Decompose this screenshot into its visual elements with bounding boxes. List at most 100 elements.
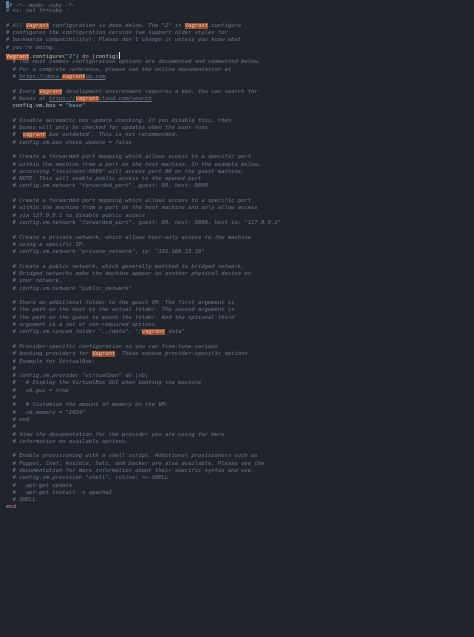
code-line[interactable]: # `vagrant box outdated`. This is not re… (6, 132, 474, 139)
code-line[interactable]: # your network. (6, 278, 474, 285)
code-line[interactable] (6, 446, 474, 453)
code-line[interactable] (6, 81, 474, 88)
code-line[interactable]: # View the documentation for the provide… (6, 432, 474, 439)
code-token: # apt-get install -y apache2 (6, 489, 112, 496)
code-line[interactable]: Vagrant.configure("2") do |config| (6, 52, 474, 61)
code-line[interactable]: # vb.memory = "1024" (6, 410, 474, 417)
code-line[interactable]: # apt-get update (6, 483, 474, 490)
code-line[interactable]: # Example for VirtualBox: (6, 359, 474, 366)
search-match: Vagrant (39, 88, 63, 95)
code-token: # (6, 424, 16, 431)
code-token: # boxes will only be checked for updates… (6, 125, 208, 132)
code-line[interactable]: # Create a private network, which allows… (6, 235, 474, 242)
code-line[interactable]: # Share an additional folder to the gues… (6, 300, 474, 307)
code-line[interactable]: # Create a forwarded port mapping which … (6, 198, 474, 205)
code-token: # vb.memory = "1024" (6, 409, 86, 416)
code-line[interactable]: # config.vm.provision "shell", inline: <… (6, 475, 474, 482)
code-line[interactable]: # information on available options. (6, 439, 474, 446)
code-line[interactable]: # https://docs.vagrantup.com. (6, 73, 474, 81)
code-line[interactable]: config.vm.box = "base" (6, 103, 474, 110)
code-line[interactable] (6, 256, 474, 263)
code-line[interactable]: # apt-get install -y apache2 (6, 490, 474, 497)
code-token: # accessing "localhost:8080" will access… (6, 168, 245, 175)
code-line[interactable]: # config.vm.network "public_network" (6, 286, 474, 293)
code-line[interactable]: # SHELL (6, 497, 474, 504)
code-line[interactable]: # Disable automatic box update checking.… (6, 118, 474, 125)
code-line[interactable]: # documentation for more information abo… (6, 468, 474, 475)
code-line[interactable] (6, 147, 474, 154)
code-line[interactable]: # # Customize the amount of memory on th… (6, 402, 474, 409)
code-token: configuration is done below. The "2" in (49, 22, 185, 29)
code-line[interactable]: # via 127.0.0.1 to disable public access (6, 213, 474, 220)
code-token: # ` (6, 132, 23, 139)
code-line[interactable]: # (6, 366, 474, 373)
code-line[interactable]: # boxes will only be checked for updates… (6, 125, 474, 132)
code-line[interactable]: # config.vm.provider "virtualbox" do |vb… (6, 373, 474, 380)
code-line[interactable]: # the path on the host to the actual fol… (6, 307, 474, 314)
code-line[interactable]: # Every Vagrant development environment … (6, 88, 474, 96)
code-token: # Create a public network, which general… (6, 263, 245, 270)
code-token: .configure (208, 22, 242, 29)
code-line[interactable] (6, 227, 474, 234)
code-line[interactable]: # All Vagrant configuration is done belo… (6, 22, 474, 30)
code-token: config.vm.box = (6, 103, 66, 110)
code-editor[interactable]: # -*- mode: ruby -*- # vi: set ft=ruby : #… (0, 0, 474, 637)
code-line[interactable]: # Bridged networks make the machine appe… (6, 271, 474, 278)
code-line[interactable]: # boxes at https://vagrantcloud.com/sear… (6, 95, 474, 103)
code-line[interactable]: # config.vm.box_check_update = false (6, 140, 474, 147)
code-line[interactable] (6, 16, 474, 23)
code-token: # (6, 365, 16, 372)
code-line[interactable]: # Create a public network, which general… (6, 264, 474, 271)
code-line[interactable]: # For a complete reference, please see t… (6, 67, 474, 74)
code-line[interactable]: # (6, 395, 474, 402)
code-token: # boxes at (6, 95, 50, 102)
code-line[interactable]: # config.vm.network "forwarded_port", gu… (6, 183, 474, 190)
code-token: box outdated`. This is not recommended. (45, 132, 179, 139)
code-line[interactable]: # within the machine from a port on the … (6, 205, 474, 212)
code-token: # you're doing. (6, 44, 56, 51)
code-line[interactable]: # within the machine from a port on the … (6, 162, 474, 169)
code-line[interactable]: # argument is a set of non-required opti… (6, 322, 474, 329)
code-token: # vb.gui = true (6, 387, 69, 394)
code-token: cloud.com/search (98, 95, 152, 102)
search-match: vagrant (141, 329, 165, 336)
code-line[interactable]: # using a specific IP. (6, 242, 474, 249)
code-token: . (105, 73, 109, 80)
code-line[interactable] (6, 293, 474, 300)
code-token: # # Display the VirtualBox GUI when boot… (6, 380, 202, 387)
code-line[interactable]: # Create a forwarded port mapping which … (6, 154, 474, 161)
code-line[interactable]: # the path on the guest to mount the fol… (6, 315, 474, 322)
code-line[interactable]: # # Display the VirtualBox GUI when boot… (6, 380, 474, 387)
code-line[interactable]: # backing providers for Vagrant. These e… (6, 351, 474, 358)
code-line[interactable]: # Enable provisioning with a shell scrip… (6, 453, 474, 460)
code-line[interactable]: # The most common configuration options … (6, 59, 474, 66)
code-token: development environment requires a box. … (62, 88, 258, 95)
code-line[interactable]: # Puppet, Chef, Ansible, Salt, and Docke… (6, 461, 474, 468)
code-token: # Create a forwarded port mapping which … (6, 198, 252, 205)
code-token: # Puppet, Chef, Ansible, Salt, and Docke… (6, 460, 265, 467)
code-line[interactable]: # vi: set ft=ruby : (6, 8, 474, 15)
code-token: # the path on the host to the actual fol… (6, 307, 235, 314)
code-line[interactable]: # config.vm.synced_folder "../data", "/v… (6, 329, 474, 336)
code-line[interactable]: # vb.gui = true (6, 388, 474, 395)
code-line[interactable]: # (6, 424, 474, 431)
code-line[interactable]: # backwards compatibility). Please don't… (6, 37, 474, 44)
code-line[interactable]: # -*- mode: ruby -*- (6, 1, 474, 9)
code-line[interactable]: # NOTE: This will enable public access t… (6, 176, 474, 183)
code-line[interactable]: end (6, 504, 474, 511)
code-line[interactable] (6, 337, 474, 344)
search-match: vagrant (62, 73, 86, 80)
code-line[interactable]: # config.vm.network "private_network", i… (6, 249, 474, 256)
code-token: # apt-get update (6, 482, 73, 489)
code-line[interactable]: # configures the configuration version (… (6, 30, 474, 37)
code-line[interactable]: # accessing "localhost:8080" will access… (6, 169, 474, 176)
code-line[interactable]: # config.vm.network "forwarded_port", gu… (6, 220, 474, 227)
code-token: # the path on the guest to mount the fol… (6, 314, 235, 321)
code-line[interactable] (6, 191, 474, 198)
code-line[interactable]: # end (6, 417, 474, 424)
search-match: Vagrant (184, 22, 209, 29)
code-line[interactable]: # you're doing. (6, 45, 474, 52)
code-line[interactable]: # Provider-specific configuration so you… (6, 344, 474, 351)
code-line[interactable] (6, 110, 474, 117)
code-token: # configures the configuration version (… (6, 30, 228, 37)
